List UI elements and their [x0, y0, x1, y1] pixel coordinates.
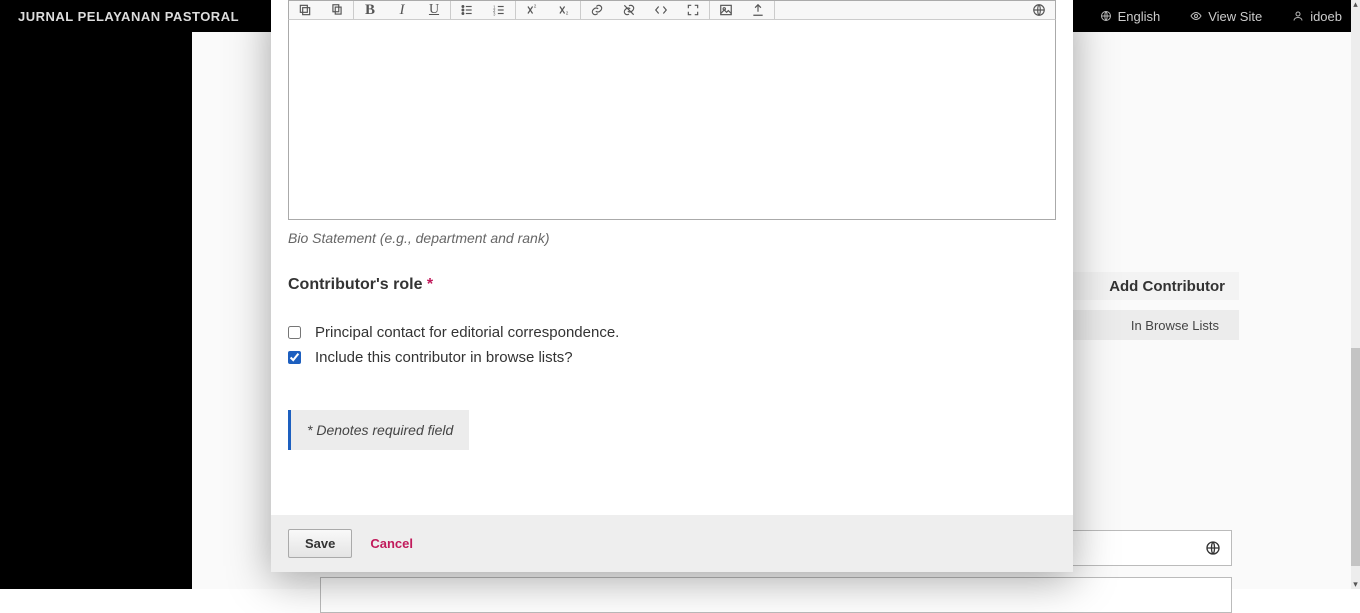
journal-title: JURNAL PELAYANAN PASTORAL — [18, 9, 239, 24]
contributor-role-label: Contributor's role — [288, 276, 422, 293]
bio-statement-editor[interactable] — [288, 20, 1056, 220]
add-contributor-link[interactable]: Add Contributor — [1109, 278, 1225, 295]
image-button[interactable] — [710, 1, 742, 19]
view-site-label: View Site — [1208, 9, 1262, 24]
principal-contact-label: Principal contact for editorial correspo… — [315, 324, 619, 341]
superscript-button[interactable]: 2 — [516, 1, 548, 19]
cancel-button[interactable]: Cancel — [370, 536, 413, 551]
required-asterisk: * — [427, 276, 433, 293]
dark-sidebar — [0, 32, 192, 589]
fullscreen-button[interactable] — [677, 1, 709, 19]
scroll-up-icon[interactable]: ▴ — [1353, 0, 1358, 9]
italic-button[interactable]: I — [386, 1, 418, 19]
language-label: English — [1118, 9, 1161, 24]
contributor-role-heading: Contributor's role * — [288, 276, 1056, 294]
include-browse-row[interactable]: Include this contributor in browse lists… — [288, 349, 1056, 366]
globe-icon — [1100, 10, 1112, 22]
language-globe-button[interactable] — [1023, 3, 1055, 17]
page-scrollbar[interactable]: ▴ ▾ — [1351, 0, 1360, 589]
save-button[interactable]: Save — [288, 529, 352, 558]
svg-text:2: 2 — [566, 11, 569, 16]
user-label: idoeb — [1310, 9, 1342, 24]
edit-contributor-modal: B I U 123 2 2 — [271, 0, 1073, 572]
scroll-thumb[interactable] — [1351, 348, 1360, 566]
underline-button[interactable]: U — [418, 1, 450, 19]
code-button[interactable] — [645, 1, 677, 19]
bold-button[interactable]: B — [354, 1, 386, 19]
principal-contact-checkbox[interactable] — [288, 326, 301, 339]
unlink-button[interactable] — [613, 1, 645, 19]
cut-icon[interactable] — [289, 1, 321, 19]
include-browse-checkbox[interactable] — [288, 351, 301, 364]
principal-contact-row[interactable]: Principal contact for editorial correspo… — [288, 324, 1056, 341]
bullet-list-button[interactable] — [451, 1, 483, 19]
numbered-list-button[interactable]: 123 — [483, 1, 515, 19]
bio-statement-caption: Bio Statement (e.g., department and rank… — [288, 230, 1056, 246]
copy-icon[interactable] — [321, 1, 353, 19]
language-switch[interactable]: English — [1100, 9, 1161, 24]
svg-text:2: 2 — [534, 4, 537, 9]
modal-footer: Save Cancel — [271, 515, 1073, 572]
eye-icon — [1190, 10, 1202, 22]
globe-icon[interactable] — [1205, 540, 1221, 556]
upload-button[interactable] — [742, 1, 774, 19]
richtext-toolbar: B I U 123 2 2 — [288, 0, 1056, 20]
include-browse-label: Include this contributor in browse lists… — [315, 349, 573, 366]
svg-text:3: 3 — [493, 11, 496, 16]
metadata-input-row-2[interactable] — [320, 577, 1232, 613]
required-note: * Denotes required field — [288, 410, 469, 450]
scroll-down-icon[interactable]: ▾ — [1353, 580, 1358, 589]
user-menu[interactable]: idoeb — [1292, 9, 1342, 24]
subscript-button[interactable]: 2 — [548, 1, 580, 19]
user-icon — [1292, 10, 1304, 22]
col-browse-lists: In Browse Lists — [1131, 318, 1219, 333]
view-site-link[interactable]: View Site — [1190, 9, 1262, 24]
link-button[interactable] — [581, 1, 613, 19]
